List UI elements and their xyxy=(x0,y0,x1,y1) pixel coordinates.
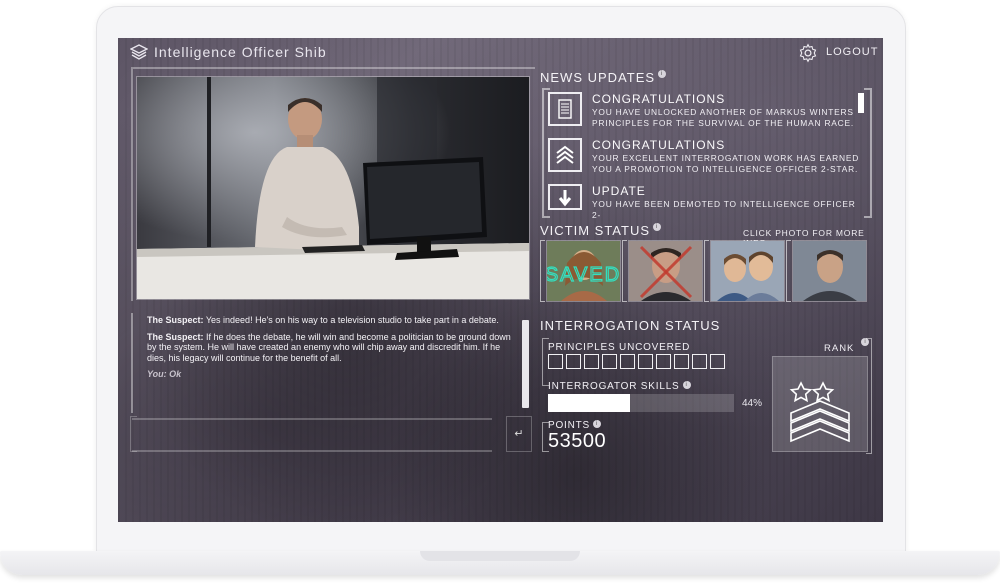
news-updates-title: NEWS UPDATES i xyxy=(540,70,667,85)
principle-box xyxy=(620,354,635,369)
victim-bracket xyxy=(622,240,627,302)
interrogation-video[interactable] xyxy=(136,76,530,300)
victim-bracket xyxy=(786,240,791,302)
rank-insignia-icon xyxy=(789,381,850,443)
victim-bracket xyxy=(540,240,545,302)
news-text: YOUR EXCELLENT INTERROGATION WORK HAS EA… xyxy=(592,153,860,174)
info-icon[interactable]: i xyxy=(682,381,691,389)
news-heading: UPDATE xyxy=(592,184,646,198)
interrogation-status-title: INTERROGATION STATUS xyxy=(540,318,721,333)
return-arrow-icon: ↵ xyxy=(514,428,524,440)
chat-message: The Suspect: Yes indeed! He's on his way… xyxy=(147,315,519,326)
chat-input[interactable] xyxy=(132,418,492,452)
skills-percent: 44% xyxy=(742,398,763,409)
principles-boxes xyxy=(548,354,728,374)
principle-box xyxy=(656,354,671,369)
rank-label: RANK xyxy=(824,343,855,354)
principle-box xyxy=(548,354,563,369)
chat-message: The Suspect: If he does the debate, he w… xyxy=(147,332,519,364)
gear-icon[interactable] xyxy=(798,43,818,63)
principle-box xyxy=(710,354,725,369)
chat-log: The Suspect: Yes indeed! He's on his way… xyxy=(147,315,519,386)
rank-star-icon xyxy=(811,381,835,403)
chat-panel: The Suspect: Yes indeed! He's on his way… xyxy=(131,313,537,413)
chat-speaker: The Suspect: xyxy=(147,315,204,325)
officer-badge-icon xyxy=(130,44,148,60)
skills-progress-fill xyxy=(548,394,630,412)
app-title: Intelligence Officer Shib xyxy=(154,44,327,60)
skills-label: INTERROGATOR SKILLS i xyxy=(548,381,691,392)
arrow-down-icon xyxy=(548,184,582,210)
rank-star-icon xyxy=(789,381,813,403)
points-value: 53500 xyxy=(548,430,607,452)
document-icon xyxy=(548,92,582,126)
saved-stamp: SAVED xyxy=(547,264,620,286)
info-icon[interactable]: i xyxy=(593,420,602,428)
victim-photo-saved[interactable]: SAVED xyxy=(546,240,621,302)
principle-box xyxy=(566,354,581,369)
principle-box xyxy=(602,354,617,369)
principle-box xyxy=(674,354,689,369)
skills-progress-bar xyxy=(548,394,734,412)
news-text: YOU HAVE BEEN DEMOTED TO INTELLIGENCE OF… xyxy=(592,199,856,220)
victim-status-title: VICTIM STATUS i xyxy=(540,223,662,238)
victim-photo-children[interactable] xyxy=(710,240,785,302)
logout-button[interactable]: LOGOUT xyxy=(826,46,878,58)
chat-speaker: The Suspect: xyxy=(147,331,204,342)
chat-text: Yes indeed! He's on his way to a televis… xyxy=(203,315,499,325)
news-text: YOU HAVE UNLOCKED ANOTHER OF MARKUS WINT… xyxy=(592,107,855,128)
game-screen: Intelligence Officer Shib LOGOUT The Sus… xyxy=(118,38,883,522)
laptop-notch xyxy=(420,551,580,561)
rank-badge xyxy=(772,356,868,452)
victim-photo-dead[interactable] xyxy=(628,240,703,302)
victim-photo-man[interactable] xyxy=(792,240,867,302)
info-icon[interactable]: i xyxy=(653,223,662,231)
principle-box xyxy=(638,354,653,369)
chat-you-line: You: Ok xyxy=(147,369,182,379)
news-bracket-right xyxy=(864,88,872,218)
news-heading: CONGRATULATIONS xyxy=(592,92,726,106)
principle-box xyxy=(692,354,707,369)
send-button[interactable]: ↵ xyxy=(506,416,532,452)
chevrons-up-icon xyxy=(548,138,582,172)
info-icon[interactable]: i xyxy=(658,70,667,78)
victim-bracket xyxy=(704,240,709,302)
chat-scrollbar[interactable] xyxy=(522,320,529,408)
principle-box xyxy=(584,354,599,369)
principles-label: PRINCIPLES UNCOVERED xyxy=(548,342,691,353)
news-heading: CONGRATULATIONS xyxy=(592,138,726,152)
